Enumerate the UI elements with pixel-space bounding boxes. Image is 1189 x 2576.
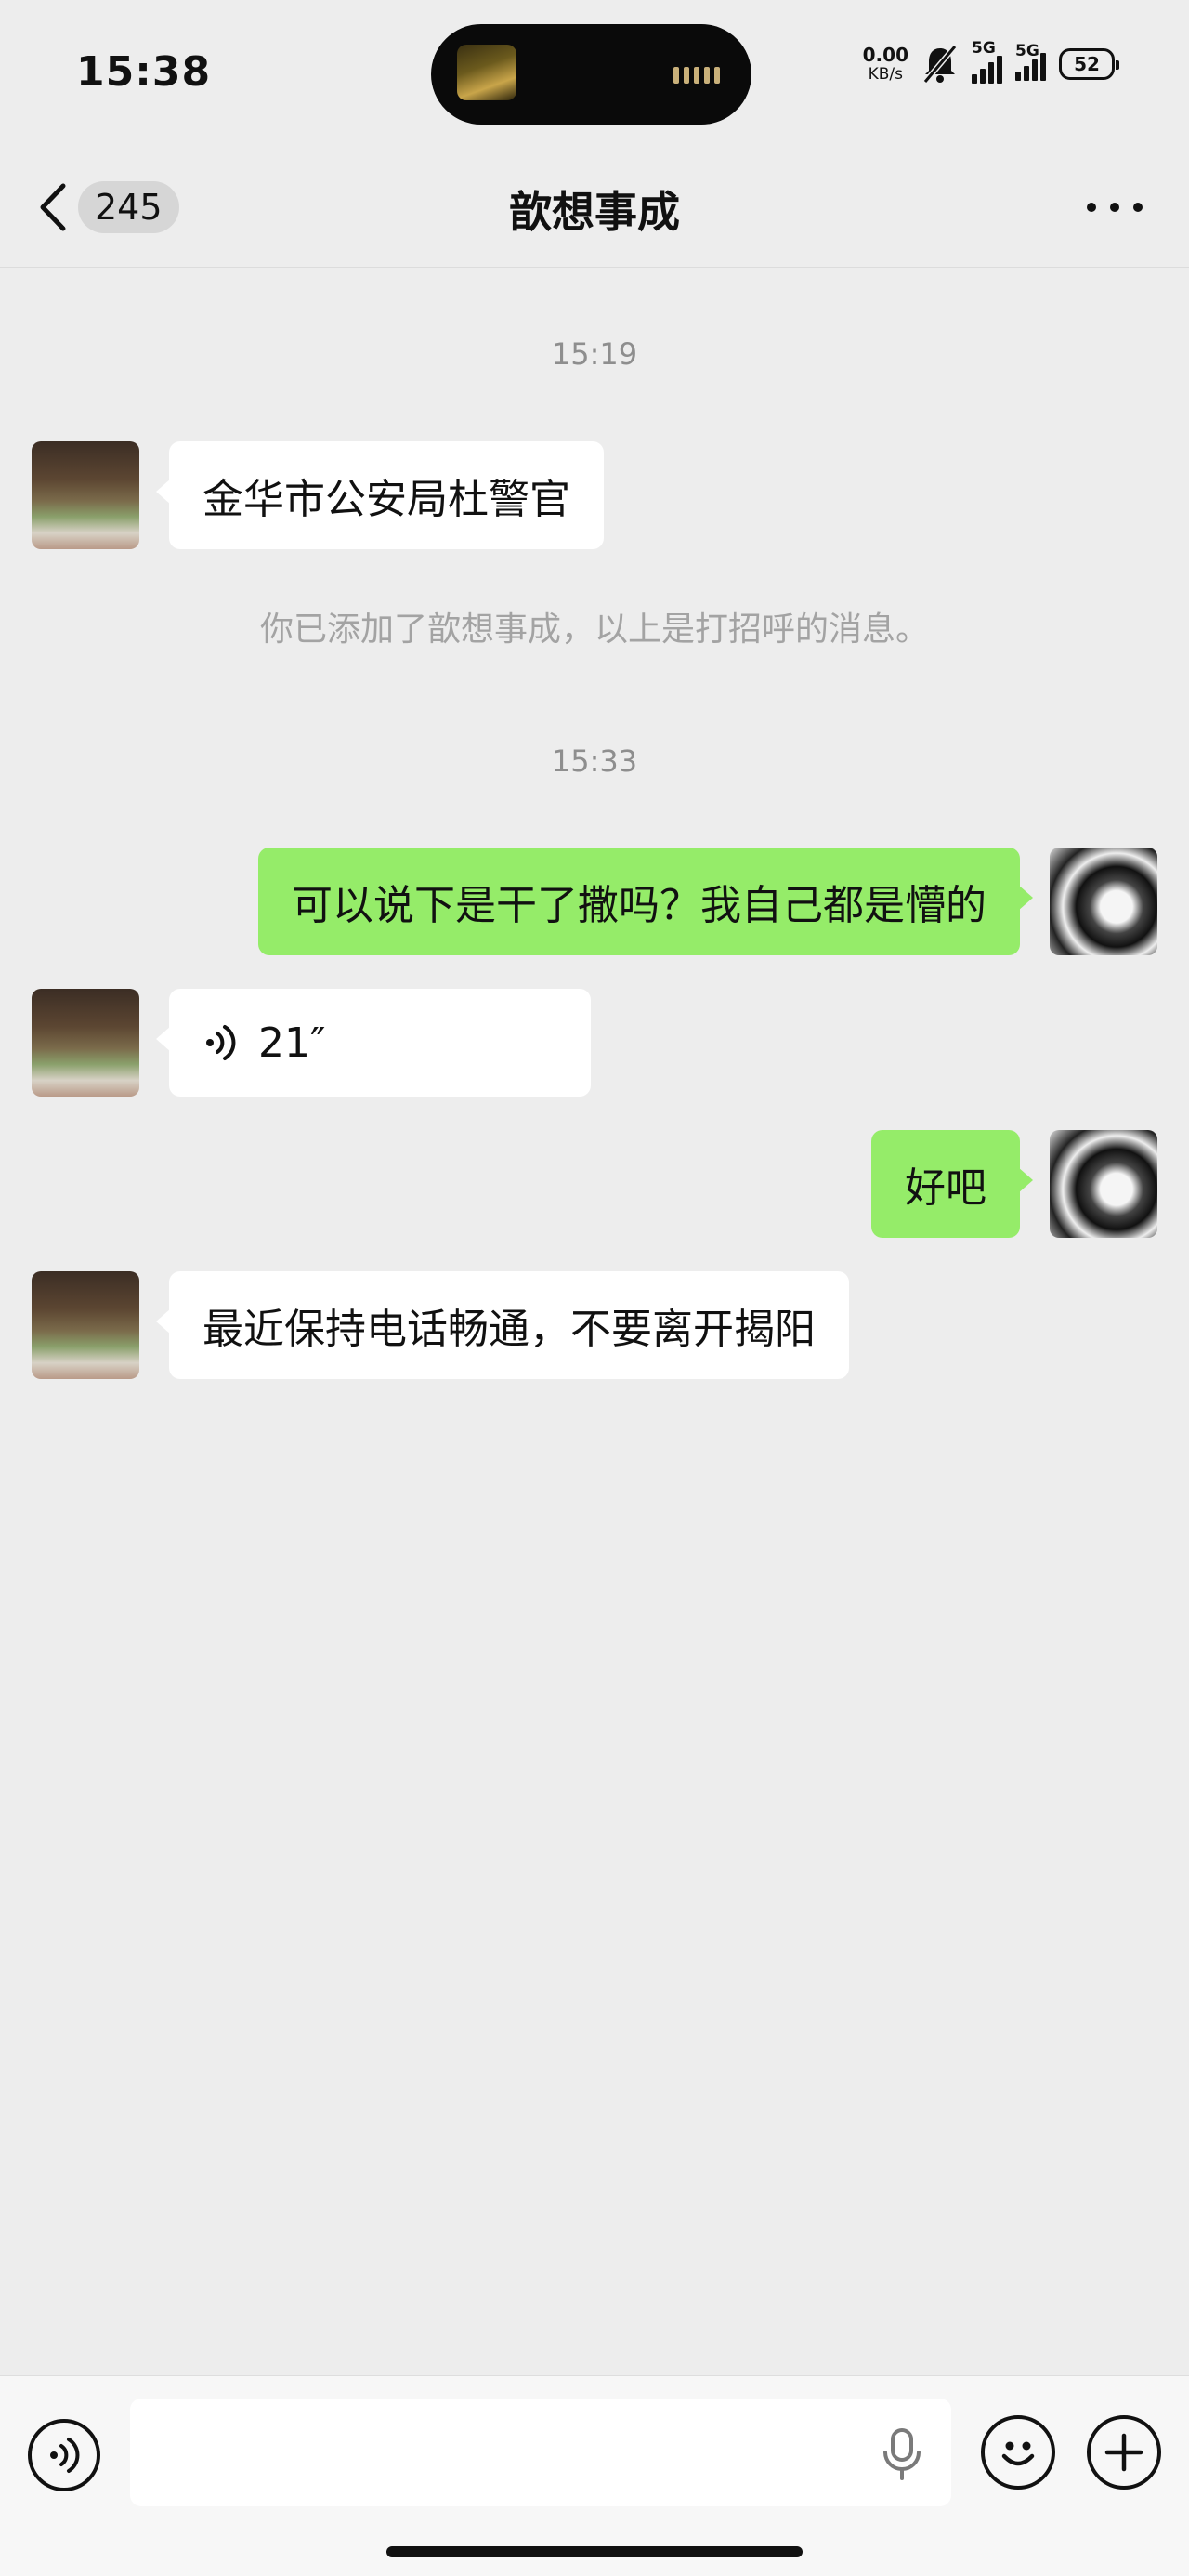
plus-icon xyxy=(1104,2433,1143,2472)
incoming-message[interactable]: 金华市公安局杜警官 xyxy=(156,441,604,549)
dynamic-island[interactable] xyxy=(431,24,751,125)
home-indicator[interactable] xyxy=(386,2546,803,2557)
cellular-signal-1: 5G xyxy=(972,39,1002,84)
my-avatar[interactable] xyxy=(1050,1130,1157,1238)
timestamp: 15:33 xyxy=(551,743,638,779)
battery-indicator: 52 xyxy=(1059,48,1119,80)
chevron-left-icon xyxy=(40,183,66,231)
voice-wave-icon xyxy=(206,1025,236,1060)
plus-button[interactable] xyxy=(1087,2415,1161,2490)
network-speed-unit: KB/s xyxy=(868,65,904,84)
media-thumbnail xyxy=(457,45,516,100)
status-time: 15:38 xyxy=(76,48,212,96)
chat-screen: 15:38 0.00 KB/s 5G 5G 52 245 歆想事成 15:19 … xyxy=(0,0,1189,2576)
voice-duration: 21″ xyxy=(258,1019,326,1067)
back-button[interactable]: 245 xyxy=(37,180,179,234)
audio-visualizer-icon xyxy=(673,67,720,84)
voice-message[interactable]: 21″ xyxy=(156,989,591,1097)
outgoing-message[interactable]: 好吧 xyxy=(871,1130,1033,1238)
timestamp: 15:19 xyxy=(551,336,638,372)
incoming-message[interactable]: 最近保持电话畅通，不要离开揭阳 xyxy=(156,1271,849,1379)
microphone-icon[interactable] xyxy=(879,2426,925,2482)
emoji-icon xyxy=(1001,2441,1035,2466)
voice-toggle-button[interactable] xyxy=(28,2419,100,2491)
contact-avatar[interactable] xyxy=(32,1271,139,1379)
outgoing-message[interactable]: 可以说下是干了撒吗？我自己都是懵的 xyxy=(258,848,1033,955)
voice-toggle-icon xyxy=(50,2438,80,2473)
chat-header: 245 歆想事成 xyxy=(0,149,1189,268)
emoji-button[interactable] xyxy=(981,2415,1055,2490)
contact-avatar[interactable] xyxy=(32,441,139,549)
cellular-signal-2: 5G xyxy=(1015,42,1046,81)
network-speed-value: 0.00 xyxy=(862,44,908,66)
system-message: 你已添加了歆想事成，以上是打招呼的消息。 xyxy=(259,611,929,649)
network-speed: 0.00 KB/s xyxy=(863,46,908,83)
message-input[interactable] xyxy=(130,2399,951,2506)
contact-avatar[interactable] xyxy=(32,989,139,1097)
bell-muted-icon xyxy=(922,45,958,84)
my-avatar[interactable] xyxy=(1050,848,1157,955)
unread-count-badge: 245 xyxy=(78,181,179,233)
status-indicators: 0.00 KB/s 5G 5G 52 xyxy=(863,39,1119,84)
more-options-button[interactable] xyxy=(1087,186,1143,229)
more-dots-icon xyxy=(1087,203,1096,212)
